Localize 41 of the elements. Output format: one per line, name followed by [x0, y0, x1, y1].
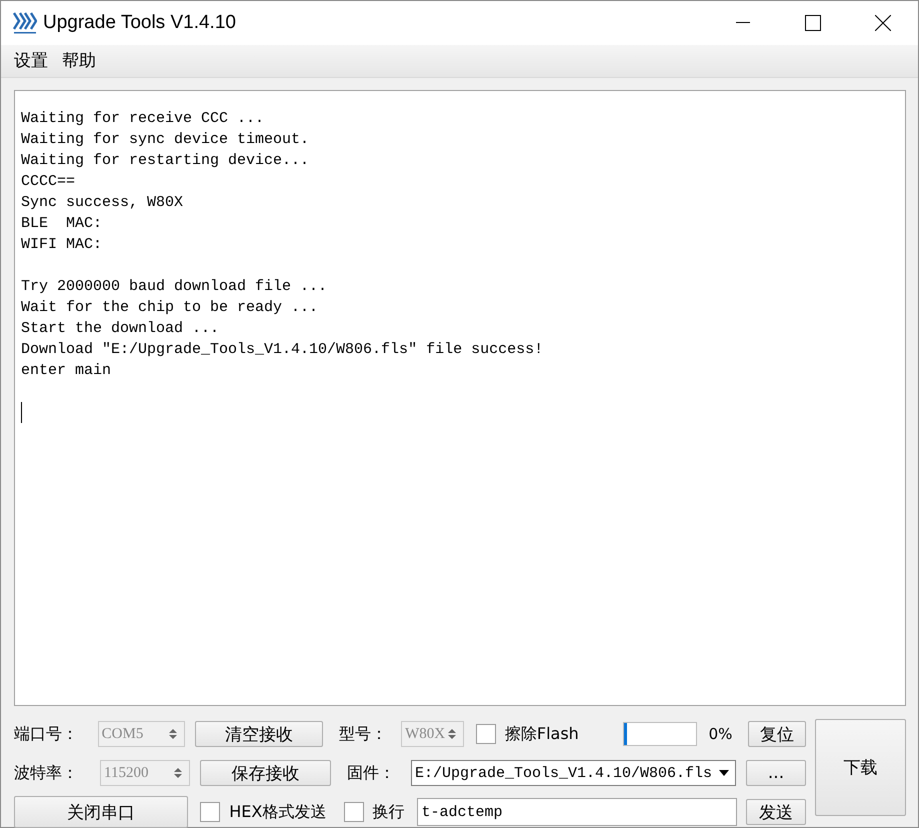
log-line: Wait for the chip to be ready ...: [21, 298, 320, 318]
baud-label: 波特率：: [14, 762, 79, 784]
log-line: Download ″E:/Upgrade_Tools_V1.4.10/W806.fls″ file success!: [21, 340, 544, 360]
clear-receive-button[interactable]: 清空接收: [195, 721, 323, 747]
maximize-icon[interactable]: [805, 15, 821, 31]
log-line: Try 2000000 baud download file ...: [21, 276, 328, 297]
close-icon[interactable]: [875, 15, 891, 31]
log-line: Sync success, W80X: [21, 192, 184, 213]
log-line: BLE MAC:: [21, 214, 104, 234]
minimize-icon[interactable]: [736, 22, 750, 24]
send-button[interactable]: 发送: [746, 799, 806, 825]
send-input-field[interactable]: t-adctemp: [416, 798, 738, 826]
progress-reading: 0%: [708, 725, 734, 743]
checkbox[interactable]: [476, 724, 496, 744]
browse-button[interactable]: ...: [746, 760, 806, 786]
checkbox[interactable]: [200, 802, 220, 822]
firmware-dropdown[interactable]: E:/Upgrade_Tools_V1.4.10/W806.fls: [411, 760, 736, 786]
window-title: Upgrade Tools V1.4.10: [43, 12, 237, 34]
close-port-button[interactable]: 关闭串口: [14, 796, 188, 828]
log-line: Waiting for receive CCC ...: [21, 108, 266, 129]
log-line: Start the download ...: [21, 318, 220, 339]
app-logo-icon: [13, 11, 37, 35]
firmware-label: 固件：: [347, 762, 396, 784]
save-receive-button[interactable]: 保存接收: [200, 760, 331, 786]
menu-item[interactable]: 设置: [7, 47, 55, 74]
download-button[interactable]: 下载: [815, 719, 906, 816]
erase-flash-label: 擦除Flash: [504, 724, 580, 744]
reset-button[interactable]: 复位: [748, 721, 806, 747]
caret-icon[interactable]: [719, 770, 729, 776]
log-line: Waiting for restarting device...: [21, 150, 310, 171]
checkbox[interactable]: [344, 802, 364, 822]
hex-send-label: HEX格式发送: [229, 802, 328, 822]
menu-item[interactable]: 帮助: [55, 47, 103, 74]
log-line: Waiting for sync device timeout.: [21, 130, 310, 150]
port-label: 端口号：: [14, 724, 79, 744]
log-line: CCCC==: [21, 172, 76, 192]
text-cursor: [21, 402, 22, 423]
newline-label: 换行: [372, 802, 406, 822]
model-label: 型号：: [338, 724, 388, 744]
log-line: enter main: [21, 360, 112, 381]
log-line: WIFI MAC:: [21, 234, 104, 255]
